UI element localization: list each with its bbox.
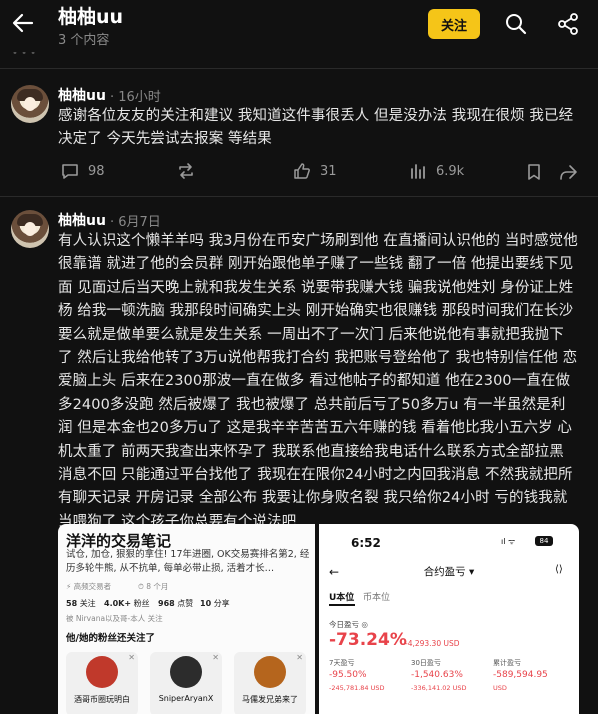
post-image-profile[interactable]: 洋洋的交易笔记 试仓, 加仓, 狠狠的拿住! 17年进圈, OK交易赛排名第2,… <box>58 524 315 714</box>
close-icon: ✕ <box>296 653 303 662</box>
divider <box>0 196 598 197</box>
post-author[interactable]: 柚柚uu <box>58 85 106 105</box>
pnl-col-label: 7天盈亏 <box>329 659 355 667</box>
pnl-col-amount: USD <box>493 684 507 692</box>
thumbs-up-icon <box>294 163 310 179</box>
image-stat: 4.0K+ 粉丝 <box>104 599 150 608</box>
post-author[interactable]: 柚柚uu <box>58 210 106 230</box>
image-profile-bio: 试仓, 加仓, 狠狠的拿住! 17年进圈, OK交易赛排名第2, 经历多轮牛熊,… <box>66 549 310 574</box>
pnl-col-value: -589,594.95 <box>493 670 548 680</box>
battery-icon: 84 <box>535 536 553 546</box>
avatar[interactable] <box>11 85 49 123</box>
follow-button[interactable]: 关注 <box>428 9 480 39</box>
today-pnl-percent: -73.24% <box>329 630 407 650</box>
pnl-col-value: -1,540.63% <box>411 670 463 680</box>
suggested-card: ✕ SniperAryanX <box>150 652 222 714</box>
image-stat: 58 关注 <box>66 599 96 608</box>
like-count: 31 <box>320 163 337 179</box>
like-button[interactable]: 31 <box>292 161 337 181</box>
pnl-col-amount: -336,141.02 USD <box>411 684 467 692</box>
close-icon: ✕ <box>212 653 219 662</box>
post-time: · 6月7日 <box>110 215 161 230</box>
avatar <box>86 656 118 688</box>
image-section-title: 他/她的粉丝还关注了 <box>66 633 155 644</box>
signal-icon: ıl ᯤ <box>501 537 516 546</box>
phone-clock: 6:52 <box>351 536 381 550</box>
share-icon[interactable] <box>556 12 580 36</box>
content-count: 3 个内容 <box>58 33 110 48</box>
views-stat: 6.9k <box>408 161 464 181</box>
top-bar: 柚柚uu 3 个内容 关注 <box>0 0 598 52</box>
post-text: 有人认识这个懒羊羊吗 我3月份在币安广场刷到他 在直播间认识他的 当时感觉他很靠… <box>58 233 578 530</box>
divider <box>0 68 598 69</box>
pnl-col-label: 累计盈亏 <box>493 659 521 667</box>
pnl-col-amount: -245,781.84 USD <box>329 684 385 692</box>
view-count: 6.9k <box>436 163 465 179</box>
today-pnl-amount: -4,293.30 USD <box>405 639 460 648</box>
avatar <box>170 656 202 688</box>
tab-usdm: U本位 <box>329 593 355 603</box>
image-stat: 968 点赞 <box>158 599 194 608</box>
suggested-card: ✕ 马儒发兄弟来了 <box>234 652 306 714</box>
avatar[interactable] <box>11 210 49 248</box>
bar-chart-icon <box>411 164 425 179</box>
today-pnl-label: 今日盈亏 ◎ <box>329 620 368 629</box>
tab-coinm: 币本位 <box>363 593 391 603</box>
post-actions: 98 31 6.9k <box>0 161 598 185</box>
back-arrow-icon[interactable] <box>12 12 34 34</box>
repost-button[interactable] <box>176 161 204 181</box>
pnl-col-value: -95.50% <box>329 670 367 680</box>
post-image-pnl[interactable]: 6:52 ıl ᯤ 84 ← 合约盈亏 ▾ ⟨⟩ U本位 币本位 今日盈亏 ◎ … <box>319 524 579 714</box>
image-stat: 10 分享 <box>200 599 230 608</box>
post-time: · 16小时 <box>110 90 161 105</box>
close-icon: ✕ <box>128 653 135 662</box>
image-tag: ⏱ 8 个月 <box>138 582 169 591</box>
comment-count: 98 <box>88 163 105 179</box>
tab-indicator <box>329 604 355 606</box>
suggested-card: ✕ 酒哥币圈玩明白 <box>66 652 138 714</box>
bookmark-icon[interactable] <box>524 162 544 182</box>
pnl-col-label: 30日盈亏 <box>411 659 441 667</box>
cut-off-content: • • • <box>0 52 598 68</box>
image-tag: ⚡ 高频交易者 <box>66 582 112 591</box>
share-icon: ⟨⟩ <box>555 564 563 575</box>
profile-title: 柚柚uu <box>58 6 124 28</box>
comment-button[interactable]: 98 <box>60 161 105 181</box>
forward-icon[interactable] <box>558 162 578 182</box>
comment-icon <box>62 164 78 179</box>
pnl-title: 合约盈亏 ▾ <box>423 566 475 578</box>
followed-by: 被 Nirvana以及哥-本人 关注 <box>66 614 163 623</box>
search-icon[interactable] <box>504 12 528 36</box>
avatar <box>254 656 286 688</box>
repost-icon <box>179 163 193 179</box>
post-text: 感谢各位友友的关注和建议 我知道这件事很丢人 但是没办法 我现在很烦 我已经决定… <box>58 108 574 148</box>
